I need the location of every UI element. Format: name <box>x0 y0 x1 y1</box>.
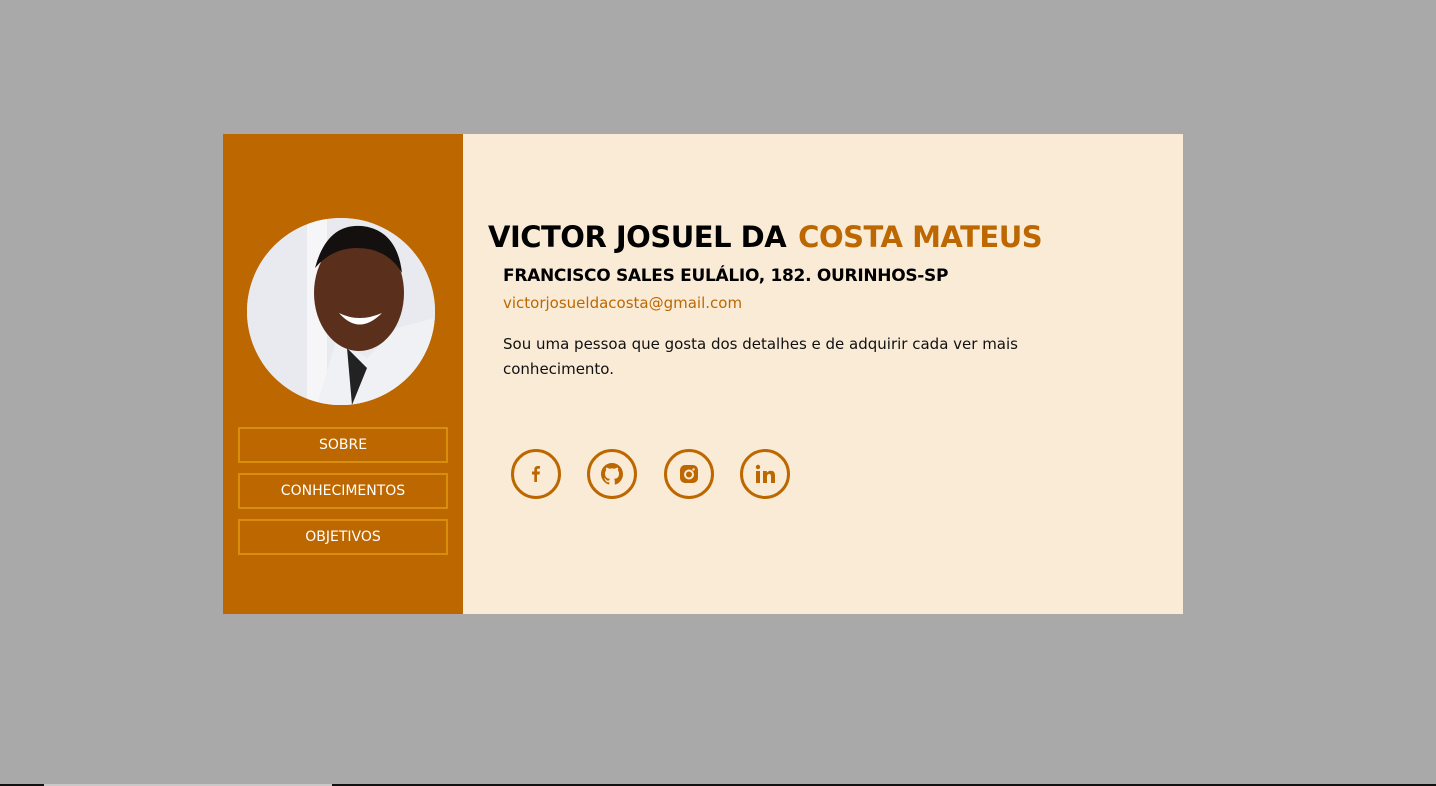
sidebar: SOBRE CONHECIMENTOS OBJETIVOS <box>223 134 463 614</box>
email-link[interactable]: victorjosueldacosta@gmail.com <box>503 294 742 312</box>
github-icon <box>601 463 623 485</box>
profile-photo <box>247 218 435 405</box>
nav-label: CONHECIMENTOS <box>280 483 406 499</box>
full-name: VICTOR JOSUEL DA COSTA MATEUS <box>488 220 1043 254</box>
nav-objetivos[interactable]: OBJETIVOS <box>238 519 448 555</box>
name-first: VICTOR JOSUEL DA <box>488 220 787 254</box>
name-last: COSTA MATEUS <box>798 220 1043 254</box>
bio-text: Sou uma pessoa que gosta dos detalhes e … <box>503 335 1018 378</box>
address: FRANCISCO SALES EULÁLIO, 182. OURINHOS-S… <box>503 266 949 286</box>
profile-card: SOBRE CONHECIMENTOS OBJETIVOS VICTOR JOS… <box>223 134 1183 614</box>
instagram-button[interactable] <box>664 449 714 499</box>
main-content: VICTOR JOSUEL DA COSTA MATEUS FRANCISCO S… <box>463 134 1183 614</box>
nav-label: SOBRE <box>318 437 368 453</box>
facebook-button[interactable] <box>511 449 561 499</box>
linkedin-icon <box>755 464 775 483</box>
nav-sobre[interactable]: SOBRE <box>238 427 448 463</box>
nav-conhecimentos[interactable]: CONHECIMENTOS <box>238 473 448 509</box>
facebook-icon <box>532 466 540 482</box>
linkedin-button[interactable] <box>740 449 790 499</box>
github-button[interactable] <box>587 449 637 499</box>
nav-label: OBJETIVOS <box>305 529 381 545</box>
instagram-icon <box>680 465 698 483</box>
